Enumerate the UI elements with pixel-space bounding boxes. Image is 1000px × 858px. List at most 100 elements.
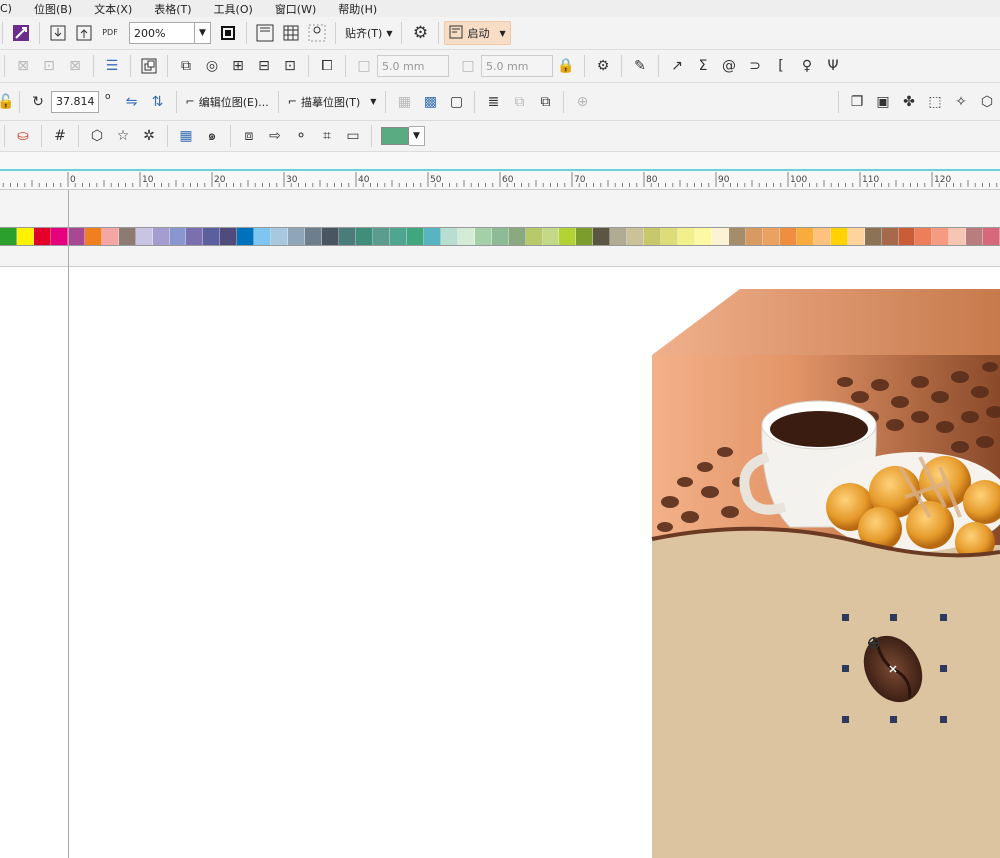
fork-icon[interactable]: Ψ xyxy=(822,55,844,77)
palette-swatch[interactable] xyxy=(678,228,696,245)
selection-handle-bottom-center[interactable] xyxy=(890,716,897,723)
palette-swatch[interactable] xyxy=(169,228,187,245)
fill-color-dropdown[interactable]: ▼ xyxy=(409,126,425,146)
to-front-icon[interactable] xyxy=(138,55,160,77)
palette-swatch[interactable] xyxy=(16,228,34,245)
palette-swatch[interactable] xyxy=(559,228,577,245)
selection-handle-top-right[interactable] xyxy=(940,614,947,621)
palette-swatch[interactable] xyxy=(593,228,611,245)
crop-icon[interactable]: ▩ xyxy=(419,91,441,113)
palette-swatch[interactable] xyxy=(0,228,17,245)
palette-swatch[interactable] xyxy=(440,228,458,245)
palette-swatch[interactable] xyxy=(50,228,68,245)
extrude-icon[interactable]: ✧ xyxy=(950,91,972,113)
snap-to-button[interactable]: 贴齐(T) ▼ xyxy=(341,21,396,45)
ungroup-icon[interactable]: ⧉ xyxy=(534,91,556,113)
zoom-dropdown[interactable]: ▼ xyxy=(195,22,211,44)
add-icon[interactable]: ⊕ xyxy=(571,91,593,113)
distort-icon[interactable]: ✤ xyxy=(898,91,920,113)
basic-shapes-icon[interactable]: ⧈ xyxy=(238,125,260,147)
palette-swatch[interactable] xyxy=(288,228,306,245)
edit-bitmap-button[interactable]: ⌐ 编辑位图(E)... xyxy=(182,90,273,114)
palette-swatch[interactable] xyxy=(84,228,102,245)
palette-swatch[interactable] xyxy=(152,228,170,245)
curve-node-icon[interactable]: ↗ xyxy=(666,55,688,77)
lock-icon[interactable]: 🔒 xyxy=(555,55,577,77)
selection-handle-top-center[interactable] xyxy=(890,614,897,621)
menu-edit[interactable]: C) xyxy=(0,2,23,15)
show-rulers-icon[interactable] xyxy=(254,22,276,44)
palette-swatch[interactable] xyxy=(237,228,255,245)
palette-swatch[interactable] xyxy=(779,228,797,245)
pin-icon[interactable]: ♀ xyxy=(796,55,818,77)
selection-handle-bottom-right[interactable] xyxy=(940,716,947,723)
palette-swatch[interactable] xyxy=(762,228,780,245)
menu-help[interactable]: 帮助(H) xyxy=(327,1,388,17)
import-icon[interactable] xyxy=(47,22,69,44)
connector-icon[interactable]: ⊃ xyxy=(744,55,766,77)
trace-bitmap-button[interactable]: ⌐ 描摹位图(T) ▼ xyxy=(284,90,381,114)
drawing-canvas[interactable] xyxy=(0,267,1000,858)
launch-button[interactable]: 启动 ▼ xyxy=(444,21,511,45)
palette-swatch[interactable] xyxy=(728,228,746,245)
fill-color-swatch[interactable] xyxy=(381,127,409,145)
palette-swatch[interactable] xyxy=(474,228,492,245)
sum-shape-icon[interactable]: Σ xyxy=(692,55,714,77)
trim-icon[interactable]: ◎ xyxy=(201,55,223,77)
menu-bitmap[interactable]: 位图(B) xyxy=(23,1,83,17)
envelope-icon[interactable]: ⬚ xyxy=(924,91,946,113)
bitmap-resample-icon[interactable]: ⊠ xyxy=(12,55,34,77)
bitmap-frame-icon[interactable]: ▢ xyxy=(445,91,467,113)
export-icon[interactable] xyxy=(73,22,95,44)
palette-swatch[interactable] xyxy=(118,228,136,245)
menu-text[interactable]: 文本(X) xyxy=(83,1,143,17)
palette-swatch[interactable] xyxy=(271,228,289,245)
palette-swatch[interactable] xyxy=(356,228,373,245)
palette-swatch[interactable] xyxy=(915,228,933,245)
graph-paper-icon[interactable]: ▦ xyxy=(175,125,197,147)
palette-swatch[interactable] xyxy=(33,228,51,245)
corel-connect-icon[interactable] xyxy=(10,22,32,44)
complex-star-icon[interactable]: ✲ xyxy=(138,125,160,147)
palette-swatch[interactable] xyxy=(610,228,628,245)
palette-swatch[interactable] xyxy=(830,228,848,245)
selection-handle-top-left[interactable] xyxy=(842,614,849,621)
palette-swatch[interactable] xyxy=(644,228,662,245)
menu-window[interactable]: 窗口(W) xyxy=(264,1,327,17)
banner-shapes-icon[interactable]: ⌗ xyxy=(316,125,338,147)
align-distribute-icon[interactable]: ☰ xyxy=(101,55,123,77)
palette-swatch[interactable] xyxy=(203,228,221,245)
palette-swatch[interactable] xyxy=(542,228,560,245)
zoom-field[interactable]: 200% xyxy=(129,22,195,44)
bracket-icon[interactable]: [ xyxy=(770,55,792,77)
color-palette[interactable] xyxy=(0,227,1000,246)
palette-swatch[interactable] xyxy=(627,228,645,245)
palette-swatch[interactable] xyxy=(423,228,441,245)
palette-swatch[interactable] xyxy=(339,228,357,245)
simplify-icon[interactable]: ⊟ xyxy=(253,55,275,77)
bitmap-settings-icon[interactable]: ⚙ xyxy=(592,55,614,77)
horizontal-ruler[interactable]: 0 10 20 30 40 50 60 70 80 90 100 110 120 xyxy=(0,152,1000,190)
mirror-horizontal-icon[interactable]: ⇋ xyxy=(121,91,143,113)
palette-swatch[interactable] xyxy=(135,228,153,245)
publish-pdf-icon[interactable]: PDF xyxy=(99,22,121,44)
weld-icon[interactable]: ⧉ xyxy=(175,55,197,77)
palette-swatch[interactable] xyxy=(745,228,763,245)
arrow-shapes-icon[interactable]: ⇨ xyxy=(264,125,286,147)
palette-swatch[interactable] xyxy=(881,228,899,245)
palette-swatch[interactable] xyxy=(661,228,679,245)
group-icon[interactable]: ⧉ xyxy=(508,91,530,113)
selection-handle-bottom-left[interactable] xyxy=(842,716,849,723)
palette-swatch[interactable] xyxy=(898,228,916,245)
offset-x-field[interactable]: 5.0 mm xyxy=(377,55,449,77)
rotation-angle-field[interactable]: 37.814 xyxy=(51,90,99,113)
grid-tool-icon[interactable]: # xyxy=(49,125,71,147)
palette-swatch[interactable] xyxy=(389,228,407,245)
crop-bitmap-icon[interactable]: ⊡ xyxy=(38,55,60,77)
palette-swatch[interactable] xyxy=(254,228,272,245)
resample-icon[interactable]: ▦ xyxy=(393,91,415,113)
palette-swatch[interactable] xyxy=(372,228,390,245)
menu-table[interactable]: 表格(T) xyxy=(143,1,202,17)
palette-swatch[interactable] xyxy=(966,228,984,245)
palette-swatch[interactable] xyxy=(457,228,475,245)
